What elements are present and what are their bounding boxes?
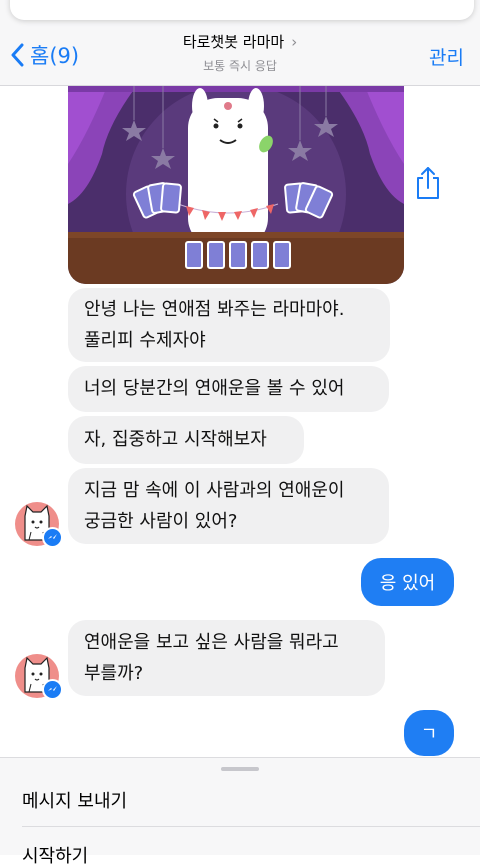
chat-thread[interactable]: 안녕 나는 연애점 봐주는 라마마야. 풀리피 수제자야 너의 당분간의 연애운…: [0, 86, 480, 758]
message-text: 궁금한 사람이 있어?: [84, 511, 238, 532]
user-message: ㄱ: [404, 710, 454, 756]
bot-message: 지금 맘 속에 이 사람과의 연애운이 궁금한 사람이 있어?: [68, 468, 389, 544]
message-text: 연애운을 보고 싶은 사람을 뭐라고: [84, 632, 339, 653]
message-text: 부를까?: [84, 663, 144, 684]
message-text: ㄱ: [420, 724, 438, 745]
tarot-llama-banner-image: [68, 86, 404, 284]
message-text: 자, 집중하고 시작해보자: [84, 429, 267, 450]
notification-banner-edge: [10, 0, 474, 20]
share-button[interactable]: [414, 166, 442, 204]
message-text: 응 있어: [379, 573, 436, 594]
share-icon: [417, 167, 439, 199]
bot-message: 너의 당분간의 연애운을 볼 수 있어: [68, 366, 389, 412]
message-text: 풀리피 수제자야: [84, 330, 206, 351]
bot-avatar[interactable]: [15, 502, 63, 548]
page-title: 타로챗봇 라마마: [182, 33, 285, 51]
composer-menu: 메시지 보내기 시작하기: [0, 757, 480, 867]
response-status: 보통 즉시 응답: [203, 59, 277, 73]
divider: [22, 826, 480, 827]
conversation-header[interactable]: 타로챗봇 라마마 › 보통 즉시 응답: [0, 31, 480, 74]
messenger-icon: [42, 527, 63, 548]
messenger-icon: [42, 679, 63, 700]
user-message: 응 있어: [361, 558, 454, 606]
message-text: 안녕 나는 연애점 봐주는 라마마야.: [84, 299, 345, 320]
bot-avatar[interactable]: [15, 654, 63, 700]
bot-message: 연애운을 보고 싶은 사람을 뭐라고 부를까?: [68, 620, 385, 696]
navigation-bar: 홈(9) 타로챗봇 라마마 › 보통 즉시 응답 관리: [0, 0, 480, 86]
drag-handle[interactable]: [221, 767, 259, 771]
bot-message: 안녕 나는 연애점 봐주는 라마마야. 풀리피 수제자야: [68, 288, 390, 362]
message-text: 너의 당분간의 연애운을 볼 수 있어: [84, 378, 345, 399]
manage-button[interactable]: 관리: [429, 43, 464, 70]
message-text: 지금 맘 속에 이 사람과의 연애운이: [84, 480, 345, 501]
chevron-right-icon: ›: [291, 32, 298, 51]
start-menu-item[interactable]: 시작하기: [22, 842, 88, 868]
send-message-menu-item[interactable]: 메시지 보내기: [22, 787, 127, 813]
bot-message: 자, 집중하고 시작해보자: [68, 416, 304, 464]
